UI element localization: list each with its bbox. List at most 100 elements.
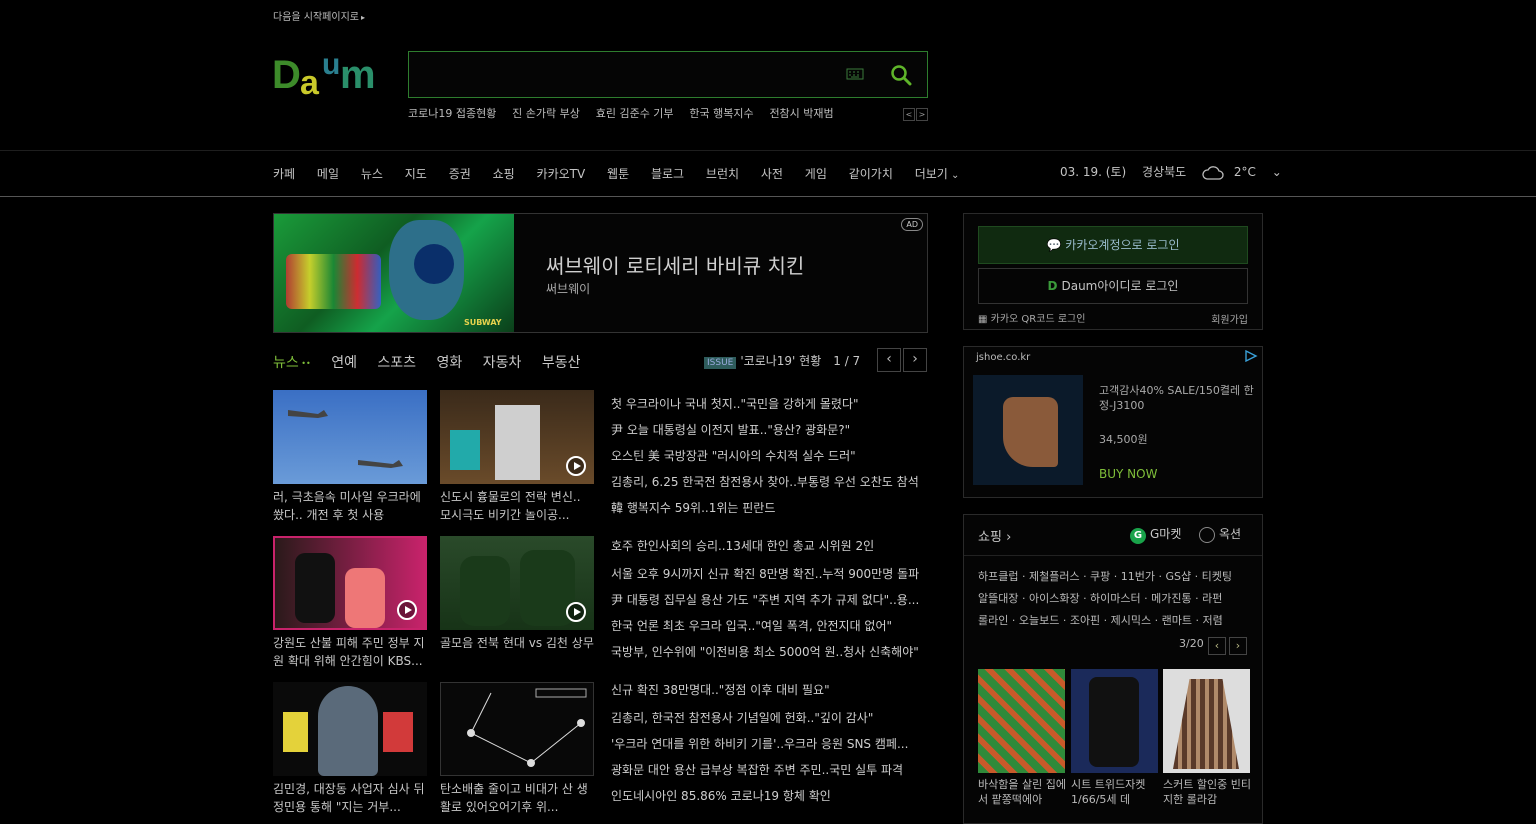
ad-domain: jshoe.co.kr [976, 352, 1031, 363]
buy-now-button[interactable]: BUY NOW [1099, 467, 1157, 481]
news-headline[interactable]: 김총리, 6.25 한국전 참전용사 찾아..부통령 우선 오찬도 참석 [611, 474, 927, 490]
gnb-brunch[interactable]: 브런치 [706, 167, 739, 181]
product-image [973, 375, 1083, 485]
tab-news[interactable]: 뉴스 [273, 355, 311, 371]
side-ad[interactable]: jshoe.co.kr 고객감사40% SALE/150켤레 한정-J3100 … [963, 346, 1263, 498]
gmarket-icon: G [1130, 528, 1146, 544]
chevron-down-icon: ⌄ [1271, 165, 1282, 179]
daum-logo[interactable]: D a u m [272, 48, 390, 102]
news-thumb-caption[interactable]: 신도시 흉물로의 전락 변신.. 모시극도 비키간 놀이공... [440, 488, 594, 524]
ad-product-title: 고객감사40% SALE/150켤레 한정-J3100 [1099, 384, 1254, 412]
gnb-shopping[interactable]: 쇼핑 [493, 167, 515, 181]
news-thumbnail[interactable] [440, 390, 594, 484]
news-headline[interactable]: 첫 우크라이나 국내 첫지.."국민을 강하게 몰렸다" [611, 396, 927, 412]
chevron-right-icon: ▸ [360, 13, 365, 22]
gnb-webtoon[interactable]: 웹툰 [607, 167, 629, 181]
product-caption[interactable]: 스커트 할인중 빈티지한 롤라감 [1163, 777, 1251, 807]
product-caption[interactable]: 시트 트위드자켓 1/66/5세 데 [1071, 777, 1159, 807]
kakao-login-button[interactable]: 💬 카카오계정으로 로그인 [978, 226, 1248, 264]
gnb-news[interactable]: 뉴스 [361, 167, 383, 181]
news-headline[interactable]: '우크라 연대를 위한 하비키 기를'..우크라 응원 SNS 캠페... [611, 736, 927, 752]
issue-tag: ISSUE [704, 357, 737, 369]
news-headline[interactable]: 尹 오늘 대통령실 이전지 발표.."용산? 광화문?" [611, 422, 927, 438]
news-headline[interactable]: 오스틴 美 국방장관 "러시아의 수치적 실수 드러" [611, 448, 927, 464]
adchoices-icon[interactable] [1244, 350, 1258, 362]
trend-item[interactable]: 코로나19 접종현황 [408, 107, 496, 120]
shopping-keyword-row[interactable]: 롤라인 · 오늘보드 · 조아핀 · 제시믹스 · 랜마트 · 저렴 [978, 612, 1223, 628]
gnb-map[interactable]: 지도 [405, 167, 427, 181]
news-thumb-caption[interactable]: 강원도 산불 피해 주민 정부 지원 확대 위해 안간힘이 KBS... [273, 634, 427, 670]
news-thumb-caption[interactable]: 골모음 전북 현대 vs 김천 상무 [440, 634, 594, 670]
tab-car[interactable]: 자동차 [483, 355, 522, 371]
trend-item[interactable]: 한국 행복지수 [689, 107, 753, 120]
news-thumbnail[interactable] [273, 536, 427, 630]
shopping-page-indicator: 3/20 [1179, 637, 1204, 650]
issue-next-button[interactable]: › [903, 348, 927, 372]
shopping-next-button[interactable]: › [1229, 637, 1247, 655]
news-thumbnail[interactable] [440, 536, 594, 630]
gnb-together[interactable]: 같이가치 [849, 167, 893, 181]
shopping-keyword-row[interactable]: 하프클럽 · 제철플러스 · 쿠팡 · 11번가 · GS샵 · 티켓팅 [978, 568, 1232, 584]
gnb-more[interactable]: 더보기 [915, 167, 960, 181]
news-headline[interactable]: 한국 언론 최초 우크라 입국.."여일 폭격, 안전지대 없어" [611, 618, 927, 634]
tab-entertainment[interactable]: 연예 [331, 355, 357, 371]
play-icon [566, 602, 586, 622]
search-input[interactable] [417, 60, 827, 90]
tab-movie[interactable]: 영화 [437, 355, 463, 371]
search-icon[interactable] [890, 64, 912, 86]
gnb-game[interactable]: 게임 [805, 167, 827, 181]
shopping-title[interactable]: 쇼핑 › [978, 526, 1011, 545]
gmarket-link[interactable]: G G마켓 [1130, 525, 1181, 544]
tab-realestate[interactable]: 부동산 [542, 355, 581, 371]
auction-link[interactable]: 옥션 [1199, 525, 1241, 543]
news-thumb-caption[interactable]: 러, 극초음속 미사일 우크라에 쐈다.. 개전 후 첫 사용 [273, 488, 427, 524]
issue-indicator[interactable]: ISSUE '코로나19' 현황 1 / 7 [704, 352, 860, 369]
news-thumbnail[interactable] [273, 682, 427, 776]
shopping-prev-button[interactable]: ‹ [1208, 637, 1226, 655]
signup-link[interactable]: 회원가입 [1211, 311, 1248, 326]
product-image[interactable] [978, 669, 1065, 773]
product-image[interactable] [1163, 669, 1250, 773]
news-headline[interactable]: 호주 한인사회의 승리..13세대 한인 총교 시위원 2인 [611, 538, 927, 554]
news-thumb-caption[interactable]: 탄소배출 줄이고 비대가 산 생활로 있어오어기후 위... [440, 780, 594, 816]
set-start-page-link[interactable]: 다음을 시작페이지로 ▸ [273, 8, 365, 23]
cloud-icon [1202, 165, 1224, 180]
news-headline[interactable]: 광화문 대안 용산 급부상 복잡한 주변 주민..국민 실투 파격 [611, 762, 927, 778]
trend-item[interactable]: 전참시 박재범 [769, 107, 833, 120]
news-headline[interactable]: 국방부, 인수위에 "이전비용 최소 5000억 원..청사 신축해야" [611, 644, 927, 660]
news-headline[interactable]: 인도네시아인 85.86% 코로나19 항체 확인 [611, 788, 927, 804]
gnb-dictionary[interactable]: 사전 [761, 167, 783, 181]
gnb-stock[interactable]: 증권 [449, 167, 471, 181]
trend-item[interactable]: 효린 김준수 기부 [596, 107, 674, 120]
weather-widget[interactable]: 03. 19. (토) 경상북도 2°C ⌄ [1060, 163, 1294, 180]
news-thumb-caption[interactable]: 김민경, 대장동 사업자 심사 뒤 정민용 통해 "지는 거부... [273, 780, 427, 816]
product-caption[interactable]: 바삭함을 살린 집에서 팥쫑떡에아 [978, 777, 1066, 807]
trend-next-button[interactable]: > [916, 108, 928, 121]
gnb-cafe[interactable]: 카페 [273, 167, 295, 181]
news-headline[interactable]: 韓 행복지수 59위..1위는 핀란드 [611, 500, 927, 516]
gnb-kakaotv[interactable]: 카카오TV [537, 167, 586, 181]
qr-login-link[interactable]: ▦ 카카오 QR코드 로그인 [978, 310, 1085, 325]
news-headline[interactable]: 신규 확진 38만명대.."정점 이후 대비 필요" [611, 682, 927, 698]
daum-login-button[interactable]: D Daum아이디로 로그인 [978, 268, 1248, 304]
news-headline[interactable]: 김총리, 한국전 참전용사 기념일에 헌화.."깊이 감사" [611, 710, 927, 726]
gnb-mail[interactable]: 메일 [317, 167, 339, 181]
keyboard-icon[interactable] [846, 67, 864, 81]
news-headline[interactable]: 서울 오후 9시까지 신규 확진 8만명 확진..누적 900만명 돌파 [611, 566, 927, 582]
tab-sports[interactable]: 스포츠 [377, 355, 416, 371]
news-tabs: 뉴스 연예 스포츠 영화 자동차 부동산 [273, 352, 596, 372]
ad-banner[interactable]: SUBWAY 써브웨이 로티세리 바비큐 치킨 써브웨이 AD [273, 213, 928, 333]
trend-prev-button[interactable]: < [903, 108, 915, 121]
news-headline[interactable]: 尹 대통령 집무실 용산 가도 "주변 지역 추가 규제 없다"..용... [611, 592, 927, 608]
gnb-blog[interactable]: 블로그 [651, 167, 684, 181]
chevron-right-icon: › [1006, 530, 1012, 545]
weather-temp: 2°C [1233, 165, 1256, 179]
svg-text:a: a [300, 64, 320, 98]
product-image[interactable] [1071, 669, 1158, 773]
news-thumbnail[interactable] [273, 390, 427, 484]
trending-keywords: 코로나19 접종현황 진 손가락 부상 효린 김준수 기부 한국 행복지수 전참… [408, 105, 928, 121]
shopping-keyword-row[interactable]: 알뜰대장 · 아이스화장 · 하이마스터 · 메가진통 · 라펀 [978, 590, 1222, 606]
news-thumbnail[interactable] [440, 682, 594, 776]
trend-item[interactable]: 진 손가락 부상 [512, 107, 580, 120]
issue-prev-button[interactable]: ‹ [877, 348, 901, 372]
